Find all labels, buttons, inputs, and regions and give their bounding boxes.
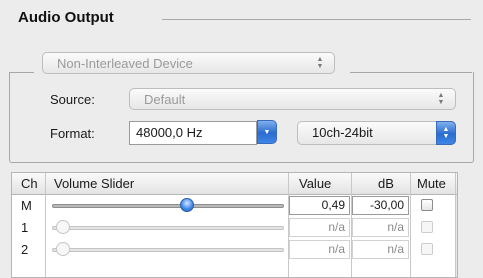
device-popup-value: Non-Interleaved Device bbox=[57, 56, 193, 71]
format-label: Format: bbox=[50, 126, 95, 141]
volume-slider-knob[interactable] bbox=[56, 220, 70, 234]
section-divider bbox=[162, 19, 471, 20]
value-field[interactable]: n/a bbox=[289, 240, 350, 259]
device-popup[interactable]: Non-Interleaved Device ▲ ▼ bbox=[42, 52, 335, 74]
db-field[interactable]: n/a bbox=[352, 240, 409, 259]
mute-checkbox[interactable] bbox=[421, 221, 433, 233]
column-header-mute[interactable]: Mute bbox=[417, 176, 446, 191]
sample-rate-combobox[interactable]: 48000,0 Hz bbox=[129, 121, 257, 145]
up-down-arrows-icon: ▲ ▼ bbox=[316, 56, 324, 70]
channel-volume-table: Ch Volume Slider Value dB Mute M 0,49 -3… bbox=[11, 172, 458, 278]
channel-label: M bbox=[21, 198, 32, 213]
db-field[interactable]: -30,00 bbox=[352, 196, 409, 215]
column-header-volume-slider[interactable]: Volume Slider bbox=[54, 176, 134, 191]
up-down-arrows-icon: ▲ ▼ bbox=[436, 121, 456, 145]
up-down-arrows-icon: ▲ ▼ bbox=[437, 92, 445, 106]
group-box-top-left-edge bbox=[9, 72, 34, 73]
mute-checkbox[interactable] bbox=[421, 243, 433, 255]
chevron-down-icon: ▼ bbox=[257, 120, 277, 144]
value-field[interactable]: 0,49 bbox=[289, 196, 350, 215]
db-field[interactable]: n/a bbox=[352, 218, 409, 237]
audio-output-group-box bbox=[9, 72, 474, 163]
section-title: Audio Output bbox=[18, 9, 114, 26]
source-label: Source: bbox=[50, 92, 95, 107]
volume-slider-knob[interactable] bbox=[179, 198, 194, 212]
table-header: Ch Volume Slider Value dB Mute bbox=[12, 173, 457, 195]
volume-slider-track[interactable] bbox=[52, 248, 284, 252]
channel-format-popup[interactable]: 10ch-24bit ▲ ▼ bbox=[297, 121, 456, 145]
group-box-top-right-edge bbox=[350, 72, 472, 73]
source-popup[interactable]: Default ▲ ▼ bbox=[129, 88, 456, 110]
mute-checkbox[interactable] bbox=[421, 199, 433, 211]
column-header-db[interactable]: dB bbox=[378, 176, 394, 191]
value-field[interactable]: n/a bbox=[289, 218, 350, 237]
down-arrow-icon[interactable]: ▼ bbox=[456, 255, 457, 269]
column-header-ch[interactable]: Ch bbox=[21, 176, 38, 191]
sample-rate-dropdown-button[interactable]: ▼ bbox=[257, 120, 277, 145]
sample-rate-value: 48000,0 Hz bbox=[136, 125, 203, 140]
volume-slider-track[interactable] bbox=[52, 204, 284, 208]
column-header-value[interactable]: Value bbox=[299, 176, 331, 191]
channel-format-value: 10ch-24bit bbox=[312, 125, 373, 140]
table-row: 2 n/a n/a bbox=[12, 239, 457, 261]
up-arrow-icon[interactable]: ▲ bbox=[456, 239, 457, 253]
volume-slider-track[interactable] bbox=[52, 226, 284, 230]
table-row: 1 n/a n/a bbox=[12, 217, 457, 239]
source-popup-value: Default bbox=[144, 92, 186, 107]
table-scrollbar[interactable]: ▲ ▼ bbox=[455, 195, 457, 277]
channel-label: 1 bbox=[21, 220, 29, 235]
table-row: M 0,49 -30,00 bbox=[12, 195, 457, 217]
channel-label: 2 bbox=[21, 242, 29, 257]
volume-slider-knob[interactable] bbox=[56, 242, 70, 256]
